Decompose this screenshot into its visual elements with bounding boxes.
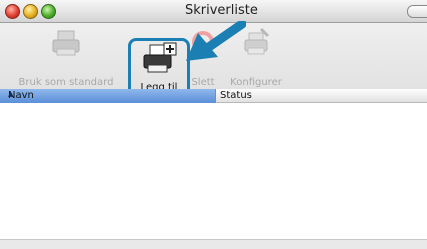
window-title: Skriverliste	[185, 3, 258, 18]
zoom-window-button[interactable]	[41, 4, 56, 19]
column-status-label: Status	[220, 90, 252, 101]
printer-list-window: Skriverliste Bruk som standard Legg til	[0, 0, 427, 249]
window-bottom-bar	[0, 240, 427, 249]
pointer-arrow-icon	[186, 21, 246, 61]
printer-add-icon	[143, 42, 177, 73]
table-header: Navn ▲ Status	[0, 89, 427, 103]
minimize-window-button[interactable]	[23, 4, 38, 19]
sort-ascending-icon: ▲	[8, 90, 14, 98]
close-window-button[interactable]	[5, 4, 20, 19]
toolbar-toggle-button[interactable]	[407, 5, 427, 18]
printer-default-icon	[52, 30, 80, 56]
make-default-label: Bruk som standard	[18, 77, 114, 88]
toolbar: Bruk som standard Legg til Slett Konfigu…	[0, 21, 427, 102]
delete-printer-label: Slett	[191, 77, 215, 88]
configure-printer-label: Konfigurer	[230, 77, 282, 88]
printer-list[interactable]	[0, 103, 427, 240]
title-bar[interactable]: Skriverliste	[0, 0, 427, 23]
column-header-navn[interactable]: Navn ▲	[0, 89, 216, 103]
make-default-button[interactable]: Bruk som standard	[10, 27, 122, 88]
column-header-status[interactable]: Status	[216, 89, 427, 103]
